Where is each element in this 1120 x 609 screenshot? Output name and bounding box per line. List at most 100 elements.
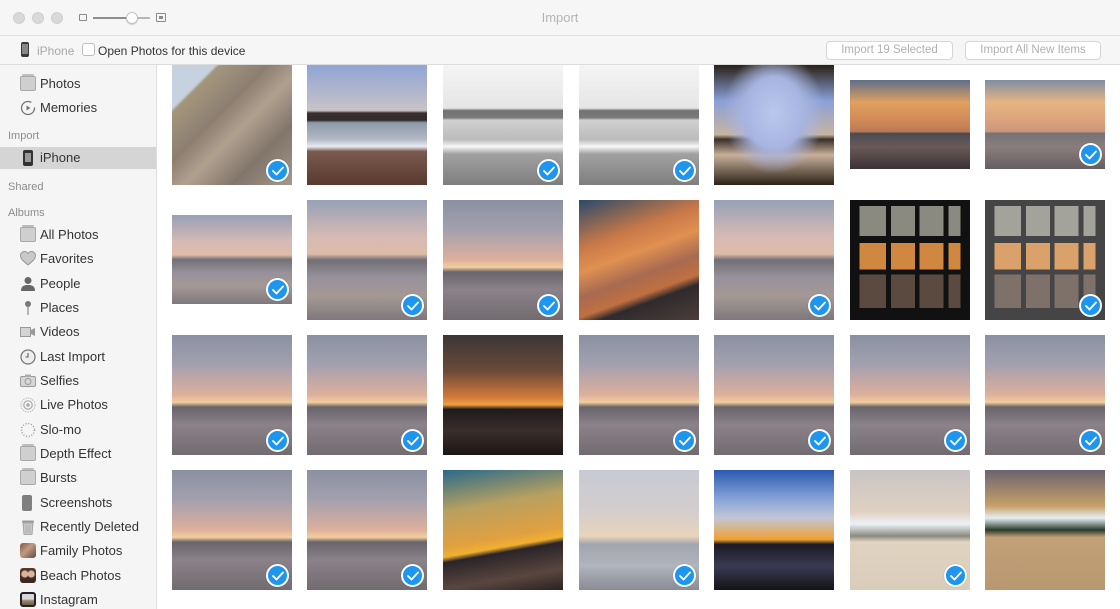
open-photos-checkbox[interactable] <box>82 43 95 56</box>
photo-thumbnail[interactable] <box>714 335 834 455</box>
checkmark-icon[interactable] <box>266 159 289 182</box>
checkmark-icon[interactable] <box>537 159 560 182</box>
checkmark-icon[interactable] <box>808 294 831 317</box>
photo-cell[interactable] <box>172 470 292 590</box>
photo-cell[interactable] <box>307 470 427 590</box>
photo-thumbnail[interactable] <box>579 470 699 590</box>
photo-cell[interactable] <box>985 65 1105 185</box>
photo-thumbnail[interactable] <box>714 65 834 185</box>
sidebar-item-people[interactable]: People <box>0 273 156 295</box>
photo-thumbnail[interactable] <box>443 470 563 590</box>
photo-thumbnail[interactable] <box>850 335 970 455</box>
photo-cell[interactable] <box>307 65 427 185</box>
photo-thumbnail[interactable] <box>172 470 292 590</box>
sidebar-item-live-photos[interactable]: Live Photos <box>0 394 156 416</box>
sidebar-item-videos[interactable]: Videos <box>0 321 156 343</box>
photo-thumbnail[interactable] <box>443 200 563 320</box>
photo-cell[interactable] <box>443 470 563 590</box>
photo-cell[interactable] <box>850 200 970 320</box>
open-photos-label[interactable]: Open Photos for this device <box>98 44 245 58</box>
photo-cell[interactable] <box>985 335 1105 455</box>
photo-cell[interactable] <box>714 470 834 590</box>
checkmark-icon[interactable] <box>1079 143 1102 166</box>
photo-cell[interactable] <box>850 335 970 455</box>
photo-cell[interactable] <box>307 200 427 320</box>
sidebar-item-depth-effect[interactable]: Depth Effect <box>0 443 156 465</box>
photo-cell[interactable] <box>307 335 427 455</box>
photo-thumbnail[interactable] <box>714 470 834 590</box>
photo-cell[interactable] <box>443 200 563 320</box>
checkmark-icon[interactable] <box>944 564 967 587</box>
sidebar-item-iphone[interactable]: iPhone <box>0 147 156 169</box>
photo-cell[interactable] <box>172 200 292 320</box>
checkmark-icon[interactable] <box>944 429 967 452</box>
checkmark-icon[interactable] <box>673 564 696 587</box>
import-all-button[interactable]: Import All New Items <box>965 41 1101 60</box>
photo-thumbnail[interactable] <box>579 335 699 455</box>
photo-thumbnail[interactable] <box>714 200 834 320</box>
photo-thumbnail[interactable] <box>307 335 427 455</box>
photo-thumbnail[interactable] <box>985 80 1105 169</box>
photo-thumbnail[interactable] <box>579 200 699 320</box>
sidebar-item-family-photos[interactable]: Family Photos <box>0 540 156 562</box>
photo-thumbnail[interactable] <box>307 65 427 185</box>
photo-cell[interactable] <box>850 470 970 590</box>
photo-thumbnail[interactable] <box>985 200 1105 320</box>
checkmark-icon[interactable] <box>401 564 424 587</box>
checkmark-icon[interactable] <box>673 429 696 452</box>
photo-thumbnail[interactable] <box>172 335 292 455</box>
photo-cell[interactable] <box>579 65 699 185</box>
shared-section-header[interactable]: Shared <box>8 181 43 193</box>
albums-section-header[interactable]: Albums <box>8 207 45 219</box>
photo-cell[interactable] <box>579 470 699 590</box>
photo-thumbnail[interactable] <box>985 470 1105 590</box>
photo-cell[interactable] <box>714 335 834 455</box>
photo-thumbnail[interactable] <box>443 65 563 185</box>
checkmark-icon[interactable] <box>673 159 696 182</box>
sidebar-item-recently-deleted[interactable]: Recently Deleted <box>0 516 156 538</box>
sidebar-item-photos[interactable]: Photos <box>0 73 156 95</box>
photo-cell[interactable] <box>172 65 292 185</box>
photo-thumbnail[interactable] <box>850 80 970 169</box>
sidebar-item-beach-photos[interactable]: Beach Photos <box>0 565 156 587</box>
checkmark-icon[interactable] <box>401 294 424 317</box>
sidebar-item-screenshots[interactable]: Screenshots <box>0 492 156 514</box>
checkmark-icon[interactable] <box>401 429 424 452</box>
photo-cell[interactable] <box>850 65 970 185</box>
checkmark-icon[interactable] <box>266 564 289 587</box>
photo-thumbnail[interactable] <box>307 470 427 590</box>
photo-cell[interactable] <box>579 200 699 320</box>
sidebar-item-places[interactable]: Places <box>0 297 156 319</box>
import-selected-button[interactable]: Import 19 Selected <box>826 41 953 60</box>
photo-cell[interactable] <box>985 200 1105 320</box>
sidebar-item-last-import[interactable]: Last Import <box>0 346 156 368</box>
photo-thumbnail[interactable] <box>850 200 970 320</box>
photo-cell[interactable] <box>443 65 563 185</box>
checkmark-icon[interactable] <box>1079 294 1102 317</box>
photo-cell[interactable] <box>714 65 834 185</box>
photo-cell[interactable] <box>443 335 563 455</box>
sidebar-item-selfies[interactable]: Selfies <box>0 370 156 392</box>
sidebar-item-instagram[interactable]: Instagram <box>0 589 156 609</box>
photo-cell[interactable] <box>714 200 834 320</box>
checkmark-icon[interactable] <box>266 278 289 301</box>
checkmark-icon[interactable] <box>808 429 831 452</box>
photo-cell[interactable] <box>579 335 699 455</box>
photo-cell[interactable] <box>985 470 1105 590</box>
photo-thumbnail[interactable] <box>985 335 1105 455</box>
photo-thumbnail[interactable] <box>172 65 292 185</box>
sidebar-item-bursts[interactable]: Bursts <box>0 467 156 489</box>
photo-thumbnail[interactable] <box>307 200 427 320</box>
photo-thumbnail[interactable] <box>579 65 699 185</box>
photo-thumbnail[interactable] <box>443 335 563 455</box>
photo-cell[interactable] <box>172 335 292 455</box>
checkmark-icon[interactable] <box>1079 429 1102 452</box>
sidebar-item-memories[interactable]: Memories <box>0 97 156 119</box>
sidebar-item-all-photos[interactable]: All Photos <box>0 224 156 246</box>
sidebar-item-slo-mo[interactable]: Slo-mo <box>0 419 156 441</box>
photo-thumbnail[interactable] <box>850 470 970 590</box>
sidebar-item-favorites[interactable]: Favorites <box>0 248 156 270</box>
checkmark-icon[interactable] <box>537 294 560 317</box>
photo-thumbnail[interactable] <box>172 215 292 304</box>
checkmark-icon[interactable] <box>266 429 289 452</box>
